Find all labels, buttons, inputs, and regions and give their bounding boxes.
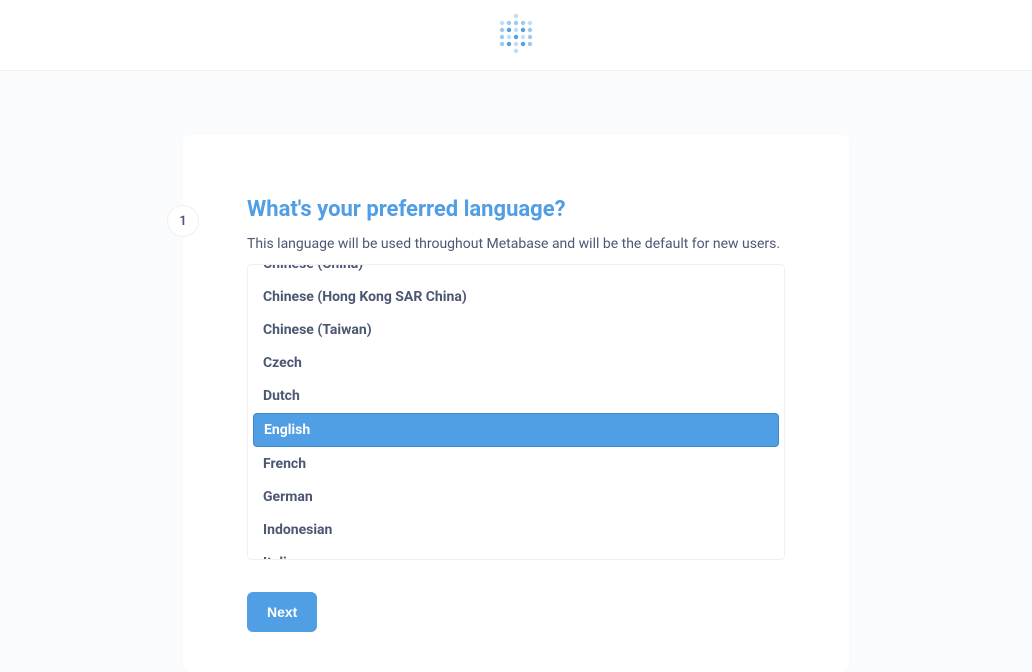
language-option[interactable]: Czech	[253, 347, 779, 379]
language-option[interactable]: Chinese (Taiwan)	[253, 314, 779, 346]
language-option[interactable]: English	[253, 413, 779, 447]
language-option[interactable]: French	[253, 448, 779, 480]
setup-card: 1 What's your preferred language? This l…	[183, 135, 849, 672]
setup-main: 1 What's your preferred language? This l…	[0, 71, 1032, 672]
app-header	[0, 0, 1032, 71]
page-subtitle: This language will be used throughout Me…	[247, 236, 785, 252]
next-button[interactable]: Next	[247, 592, 317, 632]
language-option[interactable]: German	[253, 481, 779, 513]
language-option[interactable]: Italian	[253, 547, 779, 560]
language-list[interactable]: AlbanianArabicArabic (Saudi Arabia)Bulga…	[247, 264, 785, 560]
page-title: What's your preferred language?	[247, 197, 785, 222]
language-option[interactable]: Dutch	[253, 380, 779, 412]
metabase-logo-icon	[498, 11, 534, 59]
language-option[interactable]: Chinese (Hong Kong SAR China)	[253, 281, 779, 313]
step-indicator: 1	[167, 205, 199, 237]
language-option[interactable]: Indonesian	[253, 514, 779, 546]
language-option[interactable]: Chinese (China)	[253, 264, 779, 280]
